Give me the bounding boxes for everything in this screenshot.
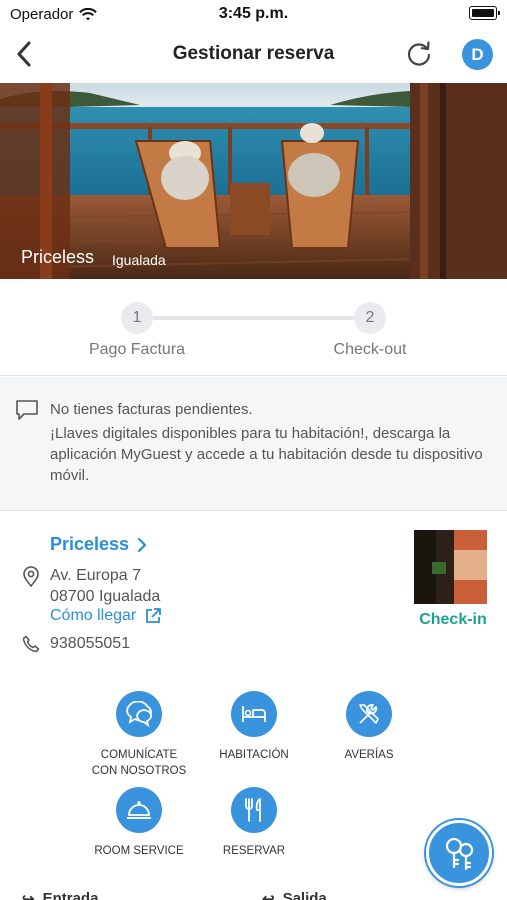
hero-city: Igualada (112, 252, 166, 268)
step-circle-1[interactable]: 1 (121, 302, 153, 334)
reserve-button[interactable] (231, 787, 277, 833)
hotel-address: Av. Europa 7 08700 Igualada (50, 565, 160, 607)
action-repairs[interactable]: AVERÍAS (309, 691, 429, 763)
exit-label: Salida (282, 890, 327, 900)
hotel-phone[interactable]: 938055051 (50, 635, 130, 653)
chevron-right-icon (137, 537, 147, 552)
action-label: RESERVAR (194, 843, 314, 859)
directions-label: Cómo llegar (50, 607, 137, 624)
message-icon (16, 400, 38, 420)
notice-digital-keys: ¡Llaves digitales disponibles para tu ha… (50, 425, 483, 484)
hero-hotel-name: Priceless (21, 247, 95, 267)
action-label: HABITACIÓN (194, 747, 314, 763)
action-room[interactable]: HABITACIÓN (194, 691, 314, 763)
tools-icon (359, 704, 379, 724)
hotel-thumbnail[interactable] (414, 530, 487, 604)
action-label: ROOM SERVICE (79, 843, 199, 859)
phone-icon (22, 635, 40, 653)
action-reserve[interactable]: RESERVAR (194, 787, 314, 859)
status-time: 3:45 p.m. (218, 5, 289, 22)
status-bar: Operador 3:45 p.m. (0, 0, 507, 28)
action-room-service[interactable]: ROOM SERVICE (79, 787, 199, 859)
refresh-icon (407, 41, 431, 66)
action-label-line: COMUNÍCATE (100, 749, 178, 761)
step-circle-2[interactable]: 2 (354, 302, 386, 334)
entry-date: ↪ Entrada (22, 890, 98, 900)
cloche-icon (127, 801, 151, 819)
location-pin-icon (23, 566, 39, 588)
contact-button[interactable] (116, 691, 162, 737)
step-label-1: Pago Factura (88, 341, 186, 358)
checkin-link[interactable]: Check-in (408, 611, 498, 629)
address-line-2: 08700 Igualada (50, 588, 161, 605)
action-label-line: ROOM SERVICE (94, 845, 184, 857)
keys-icon (445, 837, 474, 871)
action-label-line: RESERVAR (222, 845, 286, 857)
battery-icon (469, 6, 500, 20)
cutlery-icon (245, 798, 261, 822)
room-button[interactable] (231, 691, 277, 737)
directions-link[interactable]: Cómo llegar (50, 607, 162, 625)
action-label: COMUNÍCATE CON NOSOTROS (79, 747, 199, 779)
hotel-name-link[interactable]: Priceless (50, 534, 147, 555)
notice-panel: No tienes facturas pendientes. ¡Llaves d… (0, 377, 507, 511)
entry-icon: ↪ (22, 891, 35, 900)
entry-label: Entrada (42, 890, 99, 900)
avatar[interactable]: D (462, 39, 493, 70)
action-label: AVERÍAS (309, 747, 429, 763)
hero-image: Priceless Igualada (0, 83, 507, 279)
step-label-2: Check-out (333, 341, 407, 358)
action-label-line: AVERÍAS (344, 749, 394, 761)
bed-icon (242, 706, 266, 722)
checkout-stepper: 1 Pago Factura 2 Check-out (0, 280, 507, 376)
dates-row: ↪ Entrada ↩ Salida (0, 890, 507, 900)
chat-icon (126, 701, 152, 727)
digital-key-button[interactable] (426, 820, 492, 886)
action-label-line: HABITACIÓN (219, 749, 289, 761)
action-contact[interactable]: COMUNÍCATE CON NOSOTROS (79, 691, 199, 779)
external-link-icon (146, 608, 162, 623)
exit-date: ↩ Salida (262, 890, 327, 900)
stepper-line (152, 316, 356, 320)
exit-icon: ↩ (262, 891, 275, 900)
room-photo (414, 530, 487, 604)
repairs-button[interactable] (346, 691, 392, 737)
action-label-line: CON NOSOTROS (91, 765, 187, 777)
notice-invoices: No tienes facturas pendientes. (50, 401, 253, 418)
refresh-button[interactable] (403, 38, 435, 70)
address-line-1: Av. Europa 7 (50, 567, 142, 584)
nav-bar: Gestionar reserva D (0, 28, 507, 82)
room-service-button[interactable] (116, 787, 162, 833)
hotel-name: Priceless (50, 534, 130, 554)
